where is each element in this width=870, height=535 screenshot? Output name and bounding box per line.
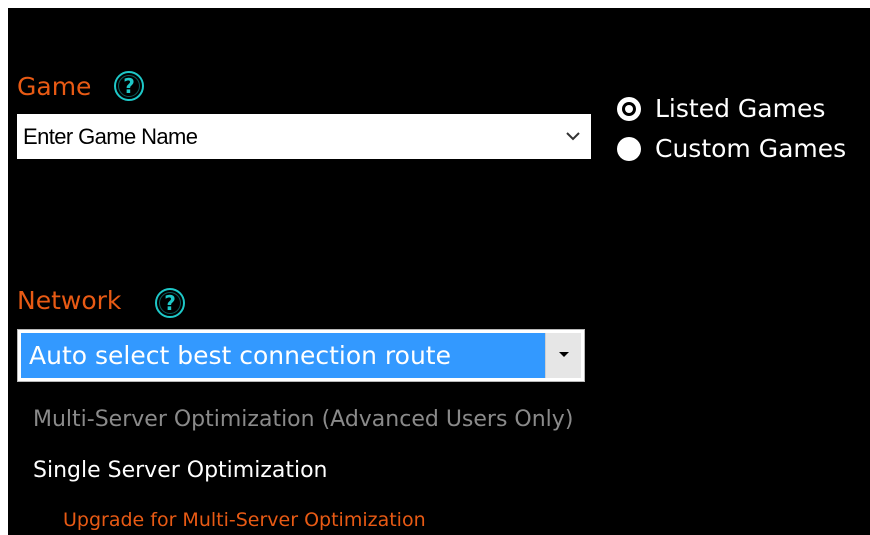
dropdown-arrow-icon[interactable] (545, 333, 581, 378)
network-help-icon[interactable]: ? (155, 288, 185, 318)
game-label: Game (17, 72, 92, 101)
game-help-icon[interactable]: ? (114, 71, 144, 101)
radio-custom-games-label: Custom Games (655, 134, 847, 163)
game-name-input[interactable] (17, 114, 557, 159)
network-label: Network (17, 286, 122, 315)
chevron-down-icon[interactable] (563, 126, 583, 146)
multi-server-option: Multi-Server Optimization (Advanced User… (33, 407, 574, 432)
network-route-select[interactable]: Auto select best connection route (17, 329, 585, 382)
radio-listed-games-indicator[interactable] (617, 97, 641, 121)
radio-custom-games-indicator[interactable] (617, 137, 641, 161)
radio-listed-games-label: Listed Games (655, 94, 826, 123)
upgrade-link[interactable]: Upgrade for Multi-Server Optimization (63, 508, 426, 532)
game-name-combobox[interactable] (17, 114, 591, 159)
single-server-option[interactable]: Single Server Optimization (33, 457, 328, 485)
network-route-selected[interactable]: Auto select best connection route (21, 333, 558, 378)
